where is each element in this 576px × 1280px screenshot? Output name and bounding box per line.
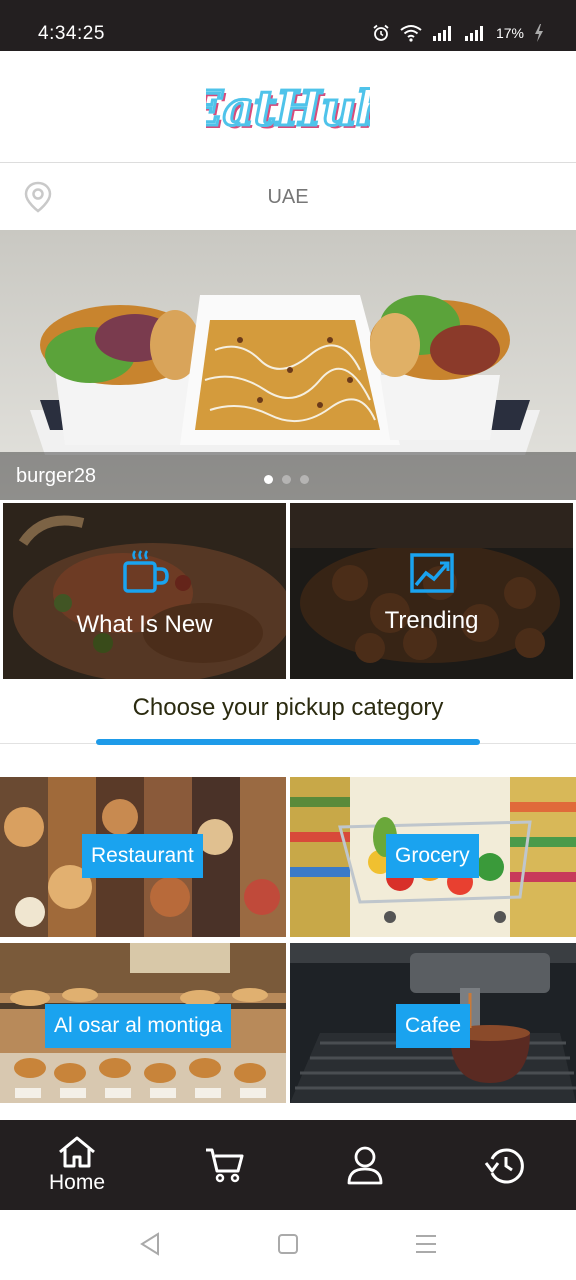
nav-home-label: Home: [48, 1171, 106, 1194]
carousel-dot[interactable]: [282, 475, 291, 484]
cart-icon: [206, 1148, 244, 1183]
carousel-dot[interactable]: [300, 475, 309, 484]
home-square-icon[interactable]: [277, 1232, 299, 1256]
carousel-caption: burger28: [16, 465, 97, 487]
al-osar-al-montiga-label: Al osar al montiga: [45, 1004, 232, 1048]
section-underline: [96, 739, 480, 745]
carousel-dot[interactable]: [264, 475, 273, 484]
status-bar: 4:34:25 17%: [0, 0, 576, 51]
menu-icon[interactable]: [414, 1232, 438, 1256]
what-is-new-tile[interactable]: What Is New: [3, 503, 286, 679]
back-icon[interactable]: [138, 1232, 162, 1256]
grocery-label: Grocery: [386, 834, 479, 878]
cafee-label: Cafee: [396, 1004, 471, 1048]
category-al-osar-al-montiga[interactable]: Al osar al montiga: [0, 943, 286, 1103]
promo-carousel[interactable]: burger28: [0, 230, 576, 500]
alarm-icon: [373, 24, 389, 41]
battery-charging-icon: [535, 24, 543, 42]
svg-text:EatHub: EatHub: [206, 81, 370, 137]
order-history-icon: [484, 1148, 524, 1184]
nav-cart[interactable]: [180, 1120, 270, 1210]
signal-icon: [432, 26, 451, 41]
category-grocery[interactable]: Grocery: [290, 777, 576, 937]
profile-icon: [347, 1146, 383, 1185]
app-header: EatHub EatHub: [0, 51, 576, 163]
home-icon: [59, 1136, 95, 1168]
category-restaurant[interactable]: Restaurant: [0, 777, 286, 937]
coffee-cup-icon: [123, 550, 169, 593]
status-time: 4:34:25: [38, 23, 105, 44]
trending-tile[interactable]: Trending: [290, 503, 573, 679]
nav-home[interactable]: Home: [32, 1120, 122, 1210]
nav-order-history[interactable]: [460, 1120, 550, 1210]
eathub-logo: EatHub EatHub: [206, 80, 370, 141]
carousel-dots: [264, 475, 309, 484]
location-selector[interactable]: UAE: [0, 164, 576, 230]
trending-label: Trending: [384, 607, 479, 634]
battery-percent: 17%: [495, 25, 524, 41]
restaurant-label: Restaurant: [82, 834, 203, 878]
wifi-icon: [400, 25, 422, 42]
pickup-category-title: Choose your pickup category: [132, 694, 444, 721]
signal-icon: [464, 26, 483, 41]
trending-chart-icon: [410, 553, 454, 593]
what-is-new-label: What Is New: [76, 611, 213, 638]
status-icons: 17%: [372, 24, 544, 42]
category-cafee[interactable]: Cafee: [290, 943, 576, 1103]
location-value: UAE: [267, 186, 309, 208]
bottom-navigation: Home: [0, 1120, 576, 1210]
system-navigation-bar: [0, 1210, 576, 1280]
nav-profile[interactable]: [320, 1120, 410, 1210]
